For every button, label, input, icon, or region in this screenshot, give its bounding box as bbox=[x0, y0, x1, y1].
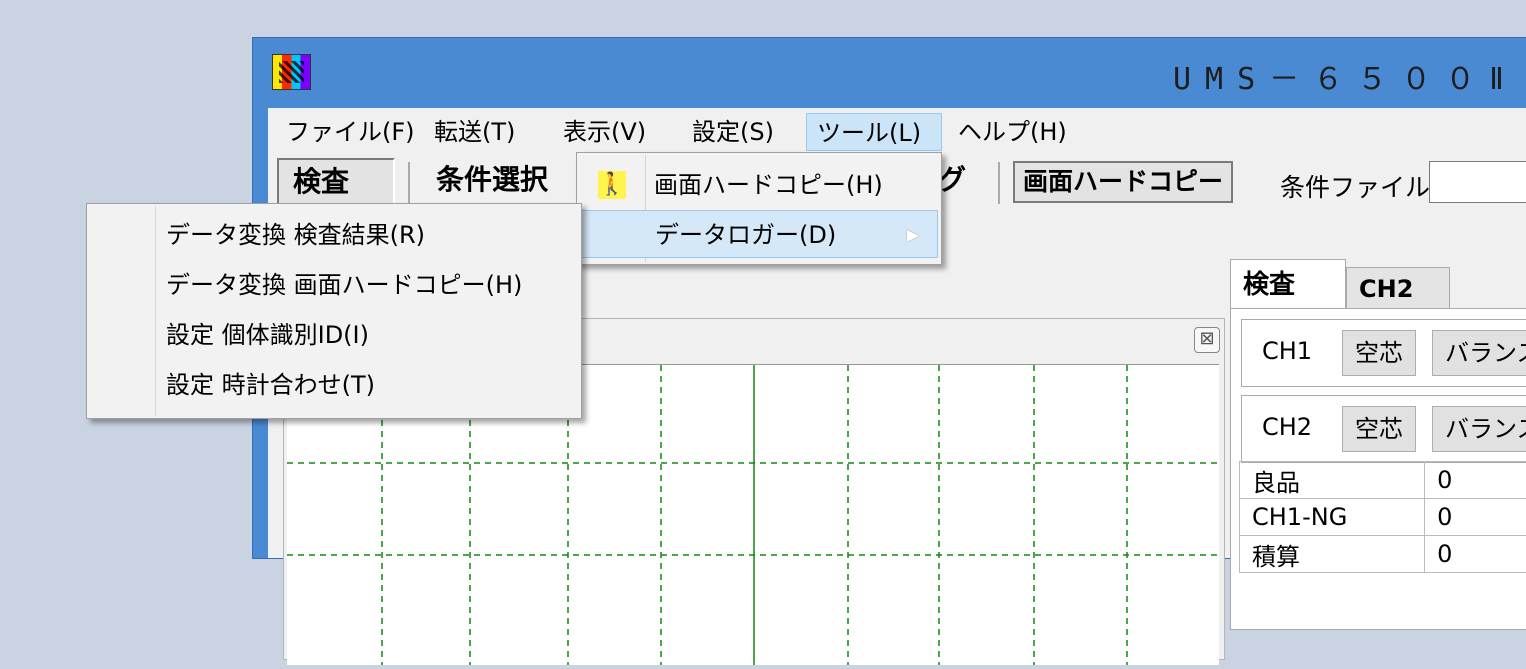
menu-item-label: 画面ハードコピー(H) bbox=[654, 161, 883, 209]
condition-select-button[interactable]: 条件選択 bbox=[436, 158, 548, 202]
data-logger-submenu: データ変換 検査結果(R) データ変換 画面ハードコピー(H) 設定 個体識別I… bbox=[86, 203, 582, 419]
condition-file-input[interactable] bbox=[1429, 161, 1526, 203]
menu-item-label: データ変換 画面ハードコピー(H) bbox=[166, 261, 522, 309]
table-row: 積算 0 bbox=[1240, 536, 1526, 573]
tab-ch2[interactable]: CH2 bbox=[1346, 267, 1450, 309]
count-value: 0 bbox=[1425, 462, 1526, 499]
air-core-button[interactable]: 空芯 bbox=[1342, 406, 1416, 452]
channel-box: CH2 空芯 バランス bbox=[1241, 395, 1526, 463]
walking-person-icon: 🚶 bbox=[598, 171, 626, 199]
menu-item-screen-hardcopy[interactable]: 🚶 画面ハードコピー(H) bbox=[580, 161, 938, 209]
condition-file-label: 条件ファイル bbox=[1280, 168, 1430, 204]
menu-item-label: データロガー(D) bbox=[655, 211, 836, 259]
menu-item-label: データ変換 検査結果(R) bbox=[166, 211, 425, 259]
table-row: CH1-NG 0 bbox=[1240, 499, 1526, 536]
count-name: 積算 bbox=[1240, 536, 1425, 573]
submenu-arrow-icon: ▶ bbox=[907, 211, 919, 259]
menu-transfer[interactable]: 転送(T) bbox=[424, 113, 525, 151]
window-title: UMS－６５００Ⅱ bbox=[1173, 54, 1518, 98]
channel-label: CH2 bbox=[1262, 413, 1312, 441]
tab-inspect[interactable]: 検査 bbox=[1230, 259, 1346, 309]
menu-settings[interactable]: 設定(S) bbox=[682, 113, 784, 151]
count-name: CH1-NG bbox=[1240, 499, 1425, 536]
toolbar-button-partial[interactable]: グ bbox=[938, 158, 966, 202]
count-value: 0 bbox=[1425, 499, 1526, 536]
menu-item-convert-results[interactable]: データ変換 検査結果(R) bbox=[90, 211, 578, 259]
screen-hardcopy-button[interactable]: 画面ハードコピー bbox=[1013, 161, 1233, 203]
count-value: 0 bbox=[1425, 536, 1526, 573]
menu-bar: ファイル(F) 転送(T) 表示(V) 設定(S) ツール(L) ヘルプ(H) bbox=[268, 110, 1526, 154]
menu-item-label: 設定 個体識別ID(I) bbox=[166, 311, 369, 359]
menu-item-convert-hardcopy[interactable]: データ変換 画面ハードコピー(H) bbox=[90, 261, 578, 309]
menu-item-set-clock[interactable]: 設定 時計合わせ(T) bbox=[90, 361, 578, 409]
count-name: 良品 bbox=[1240, 462, 1425, 499]
menu-help[interactable]: ヘルプ(H) bbox=[948, 113, 1077, 151]
menu-item-data-logger[interactable]: データロガー(D) ▶ bbox=[580, 210, 938, 258]
tab-page: CH1 空芯 バランス CH2 空芯 バランス 良品 0 CH1-NG 0 bbox=[1230, 308, 1526, 630]
close-icon[interactable]: ⊠ bbox=[1194, 327, 1220, 353]
menu-view[interactable]: 表示(V) bbox=[553, 113, 656, 151]
toolbar-separator bbox=[408, 162, 410, 204]
menu-tools[interactable]: ツール(L) bbox=[806, 113, 942, 151]
channel-box: CH1 空芯 バランス bbox=[1241, 319, 1526, 387]
balance-button[interactable]: バランス bbox=[1432, 330, 1526, 376]
menu-item-label: 設定 時計合わせ(T) bbox=[166, 361, 375, 409]
menu-file[interactable]: ファイル(F) bbox=[276, 113, 425, 151]
toolbar-separator bbox=[998, 162, 1000, 204]
inspect-button[interactable]: 検査 bbox=[277, 158, 395, 206]
tools-dropdown-menu: 🚶 画面ハードコピー(H) データロガー(D) ▶ bbox=[576, 152, 942, 265]
balance-button[interactable]: バランス bbox=[1432, 406, 1526, 452]
channel-label: CH1 bbox=[1262, 337, 1312, 365]
air-core-button[interactable]: 空芯 bbox=[1342, 330, 1416, 376]
table-row: 良品 0 bbox=[1240, 462, 1526, 499]
count-table: 良品 0 CH1-NG 0 積算 0 bbox=[1239, 461, 1526, 573]
menu-item-set-device-id[interactable]: 設定 個体識別ID(I) bbox=[90, 311, 578, 359]
app-logo-icon[interactable] bbox=[272, 54, 311, 90]
